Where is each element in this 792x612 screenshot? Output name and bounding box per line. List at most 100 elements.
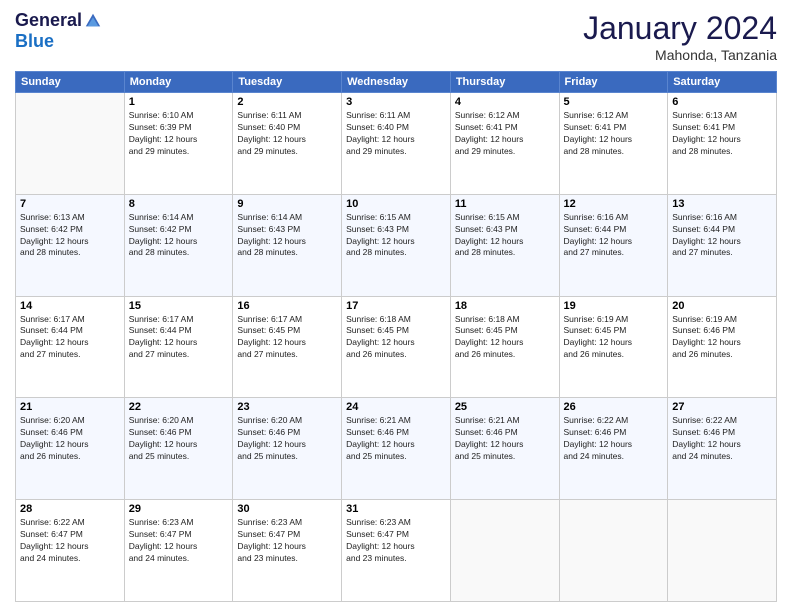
weekday-header-wednesday: Wednesday bbox=[342, 72, 451, 93]
day-info: Sunrise: 6:18 AM Sunset: 6:45 PM Dayligh… bbox=[455, 314, 555, 362]
day-number: 1 bbox=[129, 96, 229, 108]
day-number: 23 bbox=[237, 401, 337, 413]
day-number: 30 bbox=[237, 503, 337, 515]
calendar-cell: 20Sunrise: 6:19 AM Sunset: 6:46 PM Dayli… bbox=[668, 296, 777, 398]
day-number: 24 bbox=[346, 401, 446, 413]
day-number: 5 bbox=[564, 96, 664, 108]
day-info: Sunrise: 6:21 AM Sunset: 6:46 PM Dayligh… bbox=[346, 415, 446, 463]
day-info: Sunrise: 6:22 AM Sunset: 6:47 PM Dayligh… bbox=[20, 517, 120, 565]
calendar-cell: 11 Sunrise: 6:15 AM Sunset: 6:43 PM Dayli… bbox=[450, 194, 559, 296]
calendar-cell bbox=[16, 93, 125, 195]
logo-icon bbox=[84, 12, 102, 30]
location-subtitle: Mahonda, Tanzania bbox=[583, 47, 777, 63]
day-info: Sunrise: 6:10 AM Sunset: 6:39 PM Dayligh… bbox=[129, 110, 229, 158]
calendar-cell: 2 Sunrise: 6:11 AM Sunset: 6:40 PM Daylig… bbox=[233, 93, 342, 195]
calendar-cell: 21 Sunrise: 6:20 AM Sunset: 6:46 PM Dayli… bbox=[16, 398, 125, 500]
calendar-cell: 5 Sunrise: 6:12 AM Sunset: 6:41 PM Daylig… bbox=[559, 93, 668, 195]
month-title: January 2024 bbox=[583, 10, 777, 47]
calendar-cell bbox=[668, 500, 777, 602]
calendar-cell: 8 Sunrise: 6:14 AM Sunset: 6:42 PM Daylig… bbox=[124, 194, 233, 296]
day-info: Sunrise: 6:12 AM Sunset: 6:41 PM Dayligh… bbox=[564, 110, 664, 158]
day-info: Sunrise: 6:18 AM Sunset: 6:45 PM Dayligh… bbox=[346, 314, 446, 362]
day-info: Sunrise: 6:22 AM Sunset: 6:46 PM Dayligh… bbox=[672, 415, 772, 463]
calendar-cell: 14 Sunrise: 6:17 AM Sunset: 6:44 PM Dayli… bbox=[16, 296, 125, 398]
day-info: Sunrise: 6:17 AM Sunset: 6:44 PM Dayligh… bbox=[129, 314, 229, 362]
day-info: Sunrise: 6:12 AM Sunset: 6:41 PM Dayligh… bbox=[455, 110, 555, 158]
calendar-cell: 29Sunrise: 6:23 AM Sunset: 6:47 PM Dayli… bbox=[124, 500, 233, 602]
calendar-cell: 12Sunrise: 6:16 AM Sunset: 6:44 PM Dayli… bbox=[559, 194, 668, 296]
day-info: Sunrise: 6:13 AM Sunset: 6:41 PM Dayligh… bbox=[672, 110, 772, 158]
day-info: Sunrise: 6:16 AM Sunset: 6:44 PM Dayligh… bbox=[672, 212, 772, 260]
day-number: 15 bbox=[129, 300, 229, 312]
day-info: Sunrise: 6:15 AM Sunset: 6:43 PM Dayligh… bbox=[455, 212, 555, 260]
weekday-header-row: SundayMondayTuesdayWednesdayThursdayFrid… bbox=[16, 72, 777, 93]
calendar-cell: 27 Sunrise: 6:22 AM Sunset: 6:46 PM Dayli… bbox=[668, 398, 777, 500]
weekday-header-monday: Monday bbox=[124, 72, 233, 93]
calendar-cell: 16Sunrise: 6:17 AM Sunset: 6:45 PM Dayli… bbox=[233, 296, 342, 398]
day-number: 6 bbox=[672, 96, 772, 108]
calendar-week-4: 21 Sunrise: 6:20 AM Sunset: 6:46 PM Dayli… bbox=[16, 398, 777, 500]
calendar-cell bbox=[559, 500, 668, 602]
day-number: 12 bbox=[564, 198, 664, 210]
calendar-cell: 26Sunrise: 6:22 AM Sunset: 6:46 PM Dayli… bbox=[559, 398, 668, 500]
calendar-cell: 30 Sunrise: 6:23 AM Sunset: 6:47 PM Dayli… bbox=[233, 500, 342, 602]
calendar-table: SundayMondayTuesdayWednesdayThursdayFrid… bbox=[15, 71, 777, 602]
weekday-header-thursday: Thursday bbox=[450, 72, 559, 93]
weekday-header-saturday: Saturday bbox=[668, 72, 777, 93]
day-info: Sunrise: 6:20 AM Sunset: 6:46 PM Dayligh… bbox=[129, 415, 229, 463]
day-number: 21 bbox=[20, 401, 120, 413]
day-info: Sunrise: 6:14 AM Sunset: 6:43 PM Dayligh… bbox=[237, 212, 337, 260]
day-info: Sunrise: 6:13 AM Sunset: 6:42 PM Dayligh… bbox=[20, 212, 120, 260]
day-info: Sunrise: 6:20 AM Sunset: 6:46 PM Dayligh… bbox=[20, 415, 120, 463]
day-number: 3 bbox=[346, 96, 446, 108]
day-info: Sunrise: 6:23 AM Sunset: 6:47 PM Dayligh… bbox=[129, 517, 229, 565]
day-number: 26 bbox=[564, 401, 664, 413]
weekday-header-friday: Friday bbox=[559, 72, 668, 93]
day-info: Sunrise: 6:14 AM Sunset: 6:42 PM Dayligh… bbox=[129, 212, 229, 260]
day-info: Sunrise: 6:17 AM Sunset: 6:44 PM Dayligh… bbox=[20, 314, 120, 362]
day-number: 20 bbox=[672, 300, 772, 312]
calendar-cell: 6 Sunrise: 6:13 AM Sunset: 6:41 PM Daylig… bbox=[668, 93, 777, 195]
calendar-cell: 17Sunrise: 6:18 AM Sunset: 6:45 PM Dayli… bbox=[342, 296, 451, 398]
day-info: Sunrise: 6:11 AM Sunset: 6:40 PM Dayligh… bbox=[237, 110, 337, 158]
day-number: 8 bbox=[129, 198, 229, 210]
day-info: Sunrise: 6:11 AM Sunset: 6:40 PM Dayligh… bbox=[346, 110, 446, 158]
day-number: 19 bbox=[564, 300, 664, 312]
logo: General Blue bbox=[15, 10, 102, 52]
calendar-week-5: 28 Sunrise: 6:22 AM Sunset: 6:47 PM Dayli… bbox=[16, 500, 777, 602]
day-info: Sunrise: 6:15 AM Sunset: 6:43 PM Dayligh… bbox=[346, 212, 446, 260]
day-info: Sunrise: 6:20 AM Sunset: 6:46 PM Dayligh… bbox=[237, 415, 337, 463]
title-block: January 2024 Mahonda, Tanzania bbox=[583, 10, 777, 63]
calendar-week-1: 1 Sunrise: 6:10 AM Sunset: 6:39 PM Daylig… bbox=[16, 93, 777, 195]
day-info: Sunrise: 6:23 AM Sunset: 6:47 PM Dayligh… bbox=[346, 517, 446, 565]
day-info: Sunrise: 6:17 AM Sunset: 6:45 PM Dayligh… bbox=[237, 314, 337, 362]
day-number: 25 bbox=[455, 401, 555, 413]
calendar-cell: 24 Sunrise: 6:21 AM Sunset: 6:46 PM Dayli… bbox=[342, 398, 451, 500]
calendar-cell: 19 Sunrise: 6:19 AM Sunset: 6:45 PM Dayli… bbox=[559, 296, 668, 398]
day-number: 27 bbox=[672, 401, 772, 413]
day-number: 10 bbox=[346, 198, 446, 210]
day-number: 18 bbox=[455, 300, 555, 312]
calendar-cell bbox=[450, 500, 559, 602]
calendar-cell: 3 Sunrise: 6:11 AM Sunset: 6:40 PM Daylig… bbox=[342, 93, 451, 195]
calendar-week-2: 7 Sunrise: 6:13 AM Sunset: 6:42 PM Daylig… bbox=[16, 194, 777, 296]
calendar-cell: 31 Sunrise: 6:23 AM Sunset: 6:47 PM Dayli… bbox=[342, 500, 451, 602]
day-info: Sunrise: 6:19 AM Sunset: 6:45 PM Dayligh… bbox=[564, 314, 664, 362]
calendar-cell: 23 Sunrise: 6:20 AM Sunset: 6:46 PM Dayli… bbox=[233, 398, 342, 500]
calendar-cell: 25 Sunrise: 6:21 AM Sunset: 6:46 PM Dayli… bbox=[450, 398, 559, 500]
day-info: Sunrise: 6:23 AM Sunset: 6:47 PM Dayligh… bbox=[237, 517, 337, 565]
day-number: 11 bbox=[455, 198, 555, 210]
day-number: 2 bbox=[237, 96, 337, 108]
day-info: Sunrise: 6:21 AM Sunset: 6:46 PM Dayligh… bbox=[455, 415, 555, 463]
calendar-cell: 13Sunrise: 6:16 AM Sunset: 6:44 PM Dayli… bbox=[668, 194, 777, 296]
day-number: 7 bbox=[20, 198, 120, 210]
weekday-header-tuesday: Tuesday bbox=[233, 72, 342, 93]
day-number: 4 bbox=[455, 96, 555, 108]
day-number: 31 bbox=[346, 503, 446, 515]
calendar-cell: 1 Sunrise: 6:10 AM Sunset: 6:39 PM Daylig… bbox=[124, 93, 233, 195]
day-number: 28 bbox=[20, 503, 120, 515]
page: General Blue January 2024 Mahonda, Tanza… bbox=[0, 0, 792, 612]
day-number: 14 bbox=[20, 300, 120, 312]
header: General Blue January 2024 Mahonda, Tanza… bbox=[15, 10, 777, 63]
day-number: 22 bbox=[129, 401, 229, 413]
